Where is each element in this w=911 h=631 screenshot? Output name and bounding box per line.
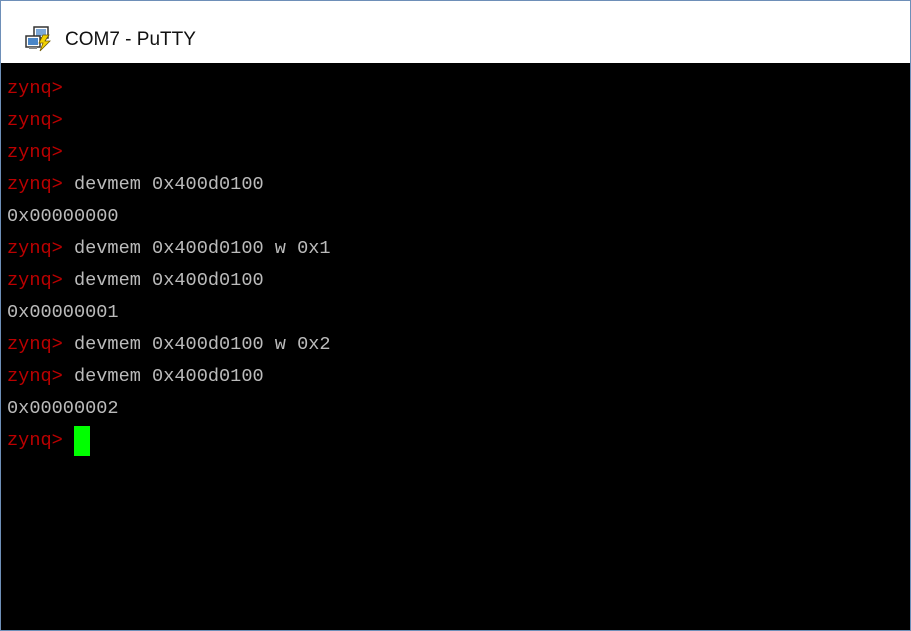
shell-prompt: zynq>: [7, 142, 63, 163]
shell-prompt: zynq>: [7, 430, 63, 451]
terminal-line: 0x00000001: [7, 297, 119, 329]
terminal-line: 0x00000002: [7, 393, 119, 425]
output-text: 0x00000001: [7, 302, 119, 323]
putty-app-icon[interactable]: [23, 26, 53, 52]
window-title: COM7 - PuTTY: [65, 29, 196, 50]
command-text: devmem 0x400d0100: [62, 174, 264, 195]
output-text: 0x00000000: [7, 206, 119, 227]
shell-prompt: zynq>: [7, 270, 63, 291]
shell-prompt: zynq>: [7, 366, 63, 387]
terminal-cursor: [73, 426, 90, 456]
terminal-line: zynq>: [7, 425, 90, 457]
terminal-line: zynq> devmem 0x400d0100: [7, 265, 264, 297]
shell-prompt: zynq>: [7, 174, 63, 195]
terminal-line: zynq> devmem 0x400d0100: [7, 169, 264, 201]
shell-prompt: zynq>: [7, 110, 63, 131]
shell-prompt: zynq>: [7, 334, 63, 355]
terminal-line: 0x00000000: [7, 201, 119, 233]
command-text: devmem 0x400d0100: [62, 270, 264, 291]
command-text: devmem 0x400d0100 w 0x2: [62, 334, 331, 355]
terminal-line: zynq> devmem 0x400d0100 w 0x2: [7, 329, 331, 361]
terminal-line: zynq>: [7, 105, 63, 137]
command-text: devmem 0x400d0100 w 0x1: [62, 238, 331, 259]
putty-window: COM7 - PuTTY zynq> zynq> zynq> zynq> dev…: [0, 0, 911, 631]
line-text: [63, 430, 74, 451]
shell-prompt: zynq>: [7, 78, 63, 99]
command-text: devmem 0x400d0100: [62, 366, 264, 387]
title-bar[interactable]: COM7 - PuTTY: [1, 1, 910, 63]
shell-prompt: zynq>: [7, 238, 63, 259]
output-text: 0x00000002: [7, 398, 119, 419]
terminal-line: zynq>: [7, 137, 63, 169]
terminal-line: zynq> devmem 0x400d0100: [7, 361, 264, 393]
terminal-screen[interactable]: zynq> zynq> zynq> zynq> devmem 0x400d010…: [1, 73, 910, 630]
terminal-line: zynq>: [7, 73, 63, 105]
terminal-line: zynq> devmem 0x400d0100 w 0x1: [7, 233, 331, 265]
